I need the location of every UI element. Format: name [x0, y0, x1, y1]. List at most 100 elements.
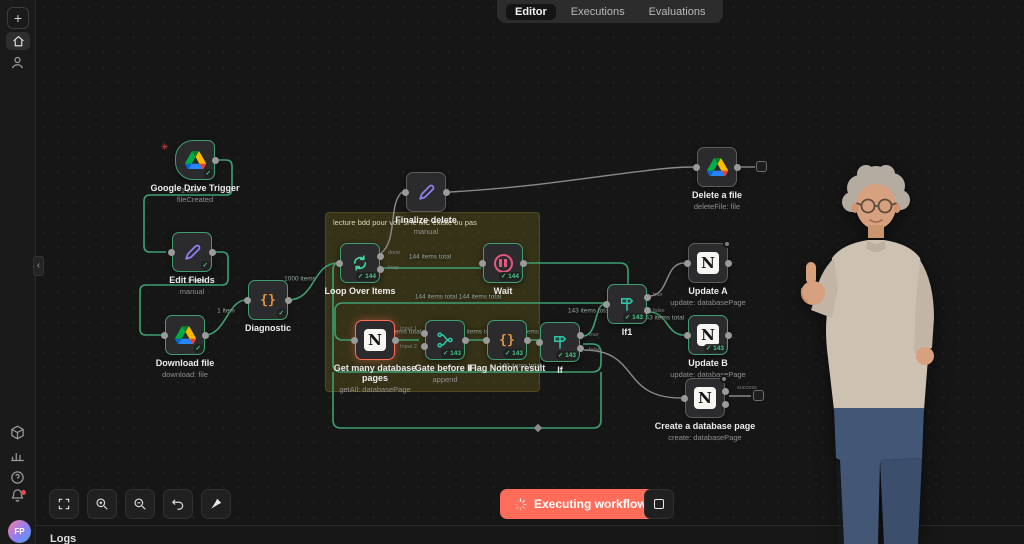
- input-port[interactable]: [536, 338, 543, 346]
- port-label-loop: loop: [388, 265, 399, 271]
- success-badge: ✓: [276, 309, 286, 318]
- zoom-in-button[interactable]: [87, 489, 117, 519]
- success-badge: ✓ 143: [555, 351, 578, 360]
- user-icon: [11, 56, 24, 69]
- notion-icon: N: [697, 324, 719, 346]
- package-icon: [11, 425, 24, 440]
- input-port[interactable]: [603, 300, 610, 308]
- port-label-input1: Input 1: [400, 326, 417, 332]
- node-label: Create a database page: [654, 421, 756, 431]
- sidebar-item-personal[interactable]: [10, 55, 26, 71]
- output-port[interactable]: [524, 336, 531, 344]
- bar-chart-icon: [11, 453, 24, 462]
- node-update-b[interactable]: N ✓ 143 Update Bupdate: databasePage: [670, 315, 746, 379]
- node-sublabel: create: databasePage: [668, 433, 742, 442]
- output-port[interactable]: [725, 259, 732, 267]
- undo-button[interactable]: [163, 489, 193, 519]
- merge-icon: [437, 332, 453, 348]
- node-flag-notion-result[interactable]: {} ✓ 143 Flag Notion result: [469, 320, 545, 373]
- node-label: Edit Fields: [169, 275, 215, 285]
- input-port[interactable]: [483, 336, 490, 344]
- tidy-up-icon: [211, 498, 222, 509]
- node-loop-over-items[interactable]: ✓ 144 Loop Over Items: [324, 243, 396, 296]
- tab-evaluations[interactable]: Evaluations: [640, 4, 715, 20]
- node-sublabel: append: [432, 375, 458, 384]
- input-port[interactable]: [351, 336, 358, 344]
- input-port[interactable]: [681, 394, 688, 402]
- output-port[interactable]: [202, 331, 209, 339]
- tidy-up-button[interactable]: [201, 489, 231, 519]
- sidebar-item-templates[interactable]: [10, 425, 26, 441]
- node-diagnostic[interactable]: {} ✓ Diagnostic: [244, 280, 292, 333]
- success-badge: ✓: [203, 169, 213, 178]
- output-port[interactable]: [285, 296, 292, 304]
- success-badge: ✓ 143: [440, 349, 463, 358]
- notion-icon: N: [364, 329, 386, 351]
- add-workflow-button[interactable]: +: [7, 7, 29, 29]
- edge-label: 143 items total: [567, 307, 611, 315]
- stop-execution-button[interactable]: [644, 489, 674, 519]
- pencil-icon: [418, 184, 434, 200]
- input-port-2[interactable]: [421, 343, 428, 351]
- fit-view-button[interactable]: [49, 489, 79, 519]
- sidebar-item-overview[interactable]: [6, 32, 30, 50]
- node-if1[interactable]: ✓ 143 If1: [603, 284, 651, 337]
- output-port[interactable]: [725, 331, 732, 339]
- input-port[interactable]: [402, 188, 409, 196]
- executing-workflow-button[interactable]: Executing workflow: [500, 489, 661, 519]
- output-port-success[interactable]: [722, 387, 729, 395]
- input-port-1[interactable]: [421, 329, 428, 337]
- input-port[interactable]: [479, 259, 486, 267]
- output-port[interactable]: [520, 259, 527, 267]
- output-port-done[interactable]: [377, 252, 384, 260]
- sidebar-item-help[interactable]: [10, 470, 26, 486]
- node-finalize-delete[interactable]: Finalize delete manual: [395, 172, 457, 236]
- output-port[interactable]: [209, 248, 216, 256]
- input-port[interactable]: [161, 331, 168, 339]
- output-port-true[interactable]: [644, 293, 651, 301]
- node-update-a[interactable]: N Update A update: databasePage: [670, 240, 746, 307]
- output-port[interactable]: [443, 188, 450, 196]
- node-wait[interactable]: ✓ 144 Wait: [479, 243, 527, 296]
- node-edit-fields[interactable]: ✓ Edit Fields manual: [168, 232, 216, 296]
- node-google-drive-trigger[interactable]: ✳ ✓ Google Drive Trigger fileCreated: [150, 140, 240, 204]
- node-gate-before-if[interactable]: ✓ 143 Gate before IF append: [415, 320, 475, 384]
- code-icon: {}: [499, 332, 515, 348]
- node-label: Loop Over Items: [324, 286, 396, 296]
- node-marker: [720, 375, 728, 383]
- input-port[interactable]: [336, 259, 343, 267]
- zoom-out-button[interactable]: [125, 489, 155, 519]
- logs-title: Logs: [50, 533, 77, 544]
- node-label: Wait: [493, 286, 513, 296]
- port-label-false: false: [589, 347, 601, 353]
- add-node-endpoint[interactable]: [756, 161, 767, 172]
- input-port[interactable]: [684, 259, 691, 267]
- input-port[interactable]: [168, 248, 175, 256]
- node-create-database-page[interactable]: N Create a database page create: database…: [655, 375, 755, 442]
- input-port[interactable]: [244, 296, 251, 304]
- output-port[interactable]: [212, 156, 219, 164]
- google-drive-icon: [174, 325, 196, 345]
- user-avatar[interactable]: FP: [8, 520, 31, 543]
- sidebar-collapse-handle[interactable]: ‹: [33, 256, 44, 276]
- node-label: If1: [621, 327, 633, 337]
- spinner-icon: [514, 497, 527, 511]
- executing-workflow-label: Executing workflow: [534, 497, 647, 511]
- output-port[interactable]: [462, 336, 469, 344]
- edge-label: 1000 items: [284, 275, 316, 283]
- node-get-many-database-pages[interactable]: N Get many database pages getAll: databas…: [334, 320, 416, 394]
- tab-editor[interactable]: Editor: [506, 3, 556, 20]
- input-port[interactable]: [684, 331, 691, 339]
- tab-executions[interactable]: Executions: [562, 4, 634, 20]
- undo-icon: [171, 499, 184, 510]
- sidebar-item-insights[interactable]: [10, 448, 26, 464]
- node-delete-a-file[interactable]: Delete a file deleteFile: file: [692, 147, 742, 211]
- node-download-file[interactable]: ✓ Download file download: file: [156, 315, 214, 379]
- output-port[interactable]: [392, 336, 399, 344]
- node-label: Download file: [155, 358, 215, 368]
- node-sublabel: update: databasePage: [670, 298, 746, 307]
- node-label: If: [557, 365, 563, 375]
- output-port[interactable]: [734, 163, 741, 171]
- input-port[interactable]: [693, 163, 700, 171]
- add-node-endpoint[interactable]: [753, 390, 764, 401]
